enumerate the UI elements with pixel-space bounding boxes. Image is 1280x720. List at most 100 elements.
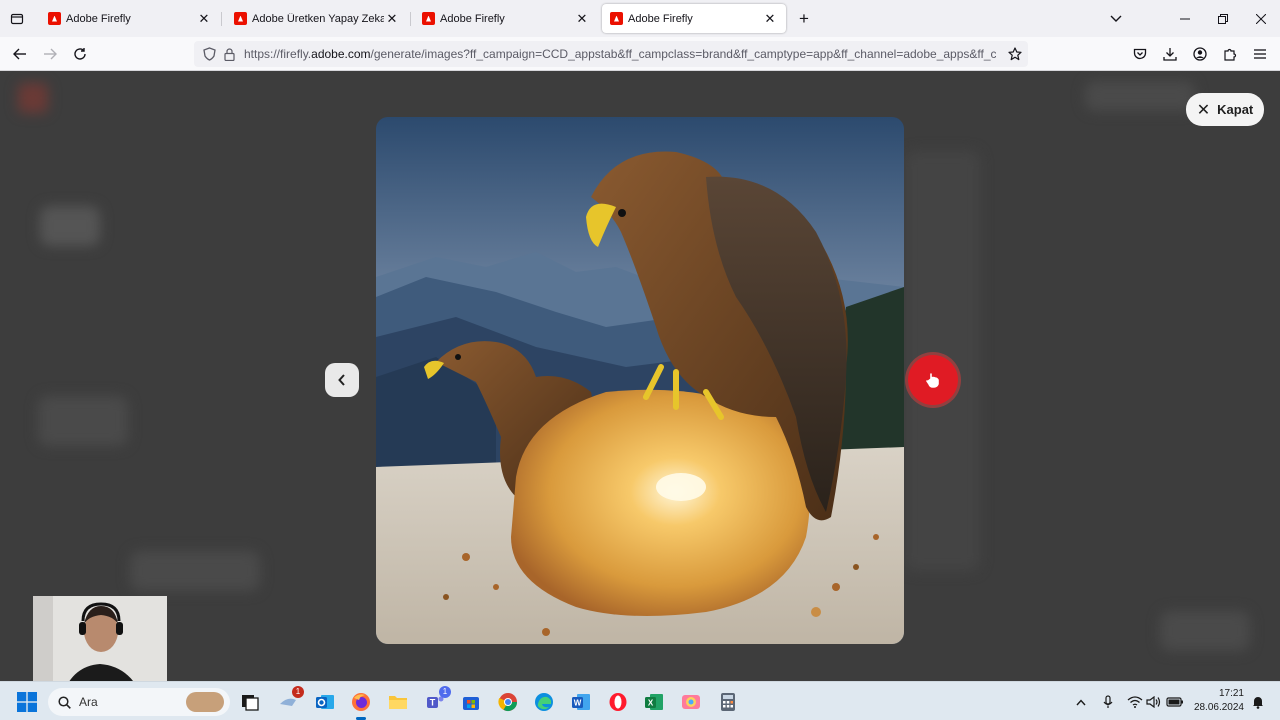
browser-tab-strip: Adobe Firefly ✕ Adobe Üretken Yapay Zeka…: [0, 0, 1280, 37]
taskbar-file-explorer[interactable]: [386, 690, 410, 714]
taskbar-chrome[interactable]: [496, 690, 520, 714]
background-panel: [130, 551, 260, 591]
app-menu-button[interactable]: [1250, 44, 1270, 64]
adobe-icon: [48, 12, 61, 25]
navigation-toolbar: https://firefly.adobe.com/generate/image…: [0, 37, 1280, 71]
taskbar-calculator[interactable]: [716, 690, 740, 714]
url-path: /generate/images?ff_campaign=CCD_appstab…: [370, 47, 996, 61]
svg-text:T: T: [430, 698, 436, 708]
task-view-button[interactable]: [238, 690, 262, 714]
close-icon[interactable]: ✕: [384, 11, 400, 27]
tab-title: Adobe Üretken Yapay Zeka Kul: [252, 12, 384, 25]
svg-text:W: W: [574, 699, 582, 708]
bell-icon: [1253, 697, 1263, 709]
microphone-button[interactable]: [1098, 692, 1118, 712]
puzzle-icon: [1224, 48, 1237, 61]
tab-adobe-firefly-active[interactable]: Adobe Firefly ✕: [602, 4, 786, 33]
window-close-button[interactable]: [1250, 8, 1272, 30]
wifi-icon: [1127, 696, 1143, 708]
tab-adobe-uretken[interactable]: Adobe Üretken Yapay Zeka Kul ✕: [226, 4, 408, 33]
minimize-button[interactable]: [1174, 8, 1196, 30]
chevron-up-icon: [1076, 698, 1086, 705]
arrow-right-icon: [44, 48, 57, 60]
battery-button[interactable]: [1165, 692, 1185, 712]
eagles-bread-illustration: [376, 117, 904, 644]
minimize-icon: [1180, 18, 1190, 20]
taskbar-app-unknown[interactable]: 1: [276, 686, 304, 714]
microphone-icon: [1103, 695, 1113, 708]
search-placeholder: Ara: [79, 695, 98, 709]
taskbar-clock[interactable]: 17:21 28.06.2024: [1190, 687, 1244, 715]
list-all-tabs-button[interactable]: [1106, 9, 1126, 29]
close-viewer-button[interactable]: ✕ Kapat: [1186, 93, 1264, 126]
taskbar-search-box[interactable]: Ara: [48, 688, 230, 716]
extensions-button[interactable]: [1220, 44, 1240, 64]
close-icon[interactable]: ✕: [574, 11, 590, 27]
tab-title: Adobe Firefly: [628, 12, 693, 25]
generated-image[interactable]: [376, 117, 904, 644]
bookmark-star-button[interactable]: [1006, 45, 1024, 63]
tab-adobe-firefly-2[interactable]: Adobe Firefly ✕: [414, 4, 598, 33]
taskbar-photos[interactable]: [679, 690, 703, 714]
url-host: adobe.com: [311, 47, 371, 61]
reload-icon: [74, 48, 86, 60]
task-view-icon: [242, 695, 259, 711]
lock-icon[interactable]: [220, 45, 238, 63]
search-highlight-image: [186, 692, 224, 712]
opera-icon: [609, 693, 627, 711]
taskbar-edge[interactable]: [532, 690, 556, 714]
taskbar-firefox[interactable]: [349, 690, 373, 714]
address-bar[interactable]: https://firefly.adobe.com/generate/image…: [194, 41, 1028, 67]
photos-icon: [682, 695, 700, 709]
account-button[interactable]: [1190, 44, 1210, 64]
background-panel: [1160, 611, 1250, 651]
restore-icon: [1218, 14, 1228, 24]
taskbar-excel[interactable]: X: [642, 690, 666, 714]
account-icon: [1193, 47, 1207, 61]
adobe-icon: [610, 12, 623, 25]
word-icon: W: [572, 694, 590, 710]
start-button[interactable]: [15, 690, 39, 714]
new-tab-button[interactable]: +: [794, 9, 814, 29]
hamburger-menu-icon: [1254, 49, 1266, 59]
firefly-image-viewer-modal: ✕ Kapat: [0, 71, 1280, 681]
notification-badge: 1: [292, 686, 304, 698]
downloads-button[interactable]: [1160, 44, 1180, 64]
taskbar-teams[interactable]: T 1: [423, 686, 451, 714]
taskbar-outlook[interactable]: [313, 690, 337, 714]
taskbar-microsoft-store[interactable]: [459, 690, 483, 714]
taskbar-opera[interactable]: [606, 690, 630, 714]
volume-button[interactable]: [1144, 692, 1164, 712]
next-image-button[interactable]: [908, 355, 958, 405]
taskbar-word[interactable]: W: [569, 690, 593, 714]
excel-icon: X: [645, 694, 663, 710]
store-icon: [463, 697, 479, 710]
close-icon: [1256, 14, 1266, 24]
tracking-protection-shield-icon[interactable]: [200, 45, 218, 63]
notifications-button[interactable]: [1248, 692, 1268, 712]
reload-button[interactable]: [69, 43, 91, 65]
tab-title: Adobe Firefly: [66, 12, 131, 25]
wifi-button[interactable]: [1125, 692, 1145, 712]
background-header-button: [1085, 81, 1195, 111]
pocket-button[interactable]: [1130, 44, 1150, 64]
close-viewer-label: Kapat: [1217, 102, 1254, 117]
chevron-down-icon: [1110, 15, 1122, 22]
pocket-icon: [1133, 48, 1147, 59]
back-button[interactable]: [9, 43, 31, 65]
close-icon[interactable]: ✕: [196, 11, 212, 27]
restore-button[interactable]: [1212, 8, 1234, 30]
windows-taskbar: Ara 1 T 1 W X 17:21 28.06.2024: [0, 681, 1280, 720]
forward-button[interactable]: [39, 43, 61, 65]
show-hidden-icons-button[interactable]: [1071, 692, 1091, 712]
tab-adobe-firefly-1[interactable]: Adobe Firefly ✕: [40, 4, 220, 33]
close-icon[interactable]: ✕: [762, 11, 778, 27]
url-text[interactable]: https://firefly.adobe.com/generate/image…: [244, 47, 996, 61]
download-icon: [1163, 48, 1177, 61]
tab-list-button[interactable]: [6, 8, 28, 30]
clock-date: 28.06.2024: [1193, 702, 1244, 713]
previous-image-button[interactable]: [325, 363, 359, 397]
edge-icon: [535, 693, 553, 711]
search-icon: [58, 695, 71, 709]
presenter-video: [33, 596, 167, 694]
